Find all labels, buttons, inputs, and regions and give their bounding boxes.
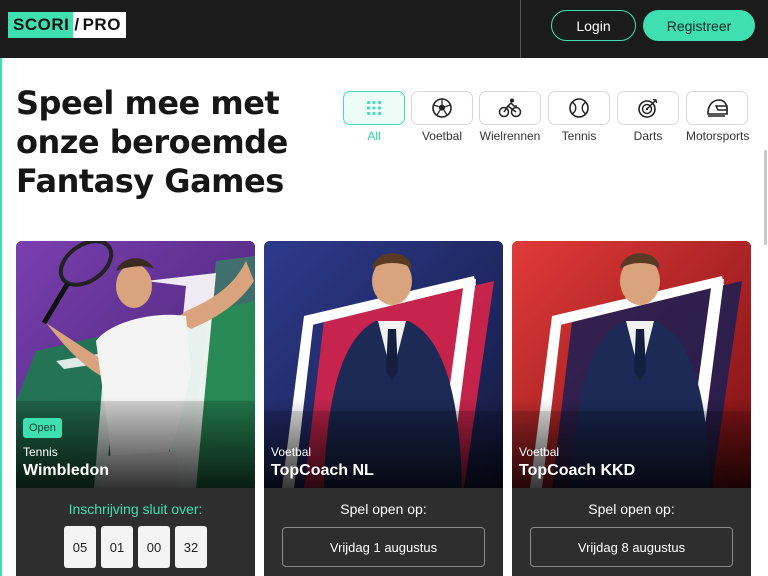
countdown-days: 05 — [64, 526, 96, 568]
filter-tennis-label: Tennis — [561, 129, 597, 143]
game-opens-label: Spel open op: — [588, 501, 675, 517]
header-divider — [520, 0, 521, 58]
filter-darts-label: Darts — [633, 129, 663, 143]
filter-all-label: All — [367, 129, 381, 143]
countdown-timer: 05 01 00 32 — [16, 526, 255, 568]
page-title-line-2: onze beroemde — [16, 123, 288, 161]
login-button[interactable]: Login — [551, 10, 636, 41]
page-title-line-1: Speel mee met — [16, 84, 280, 122]
cyclist-icon — [498, 98, 522, 118]
logo-slash: / — [73, 12, 81, 38]
filter-motorsports[interactable]: Motorsports — [686, 91, 750, 143]
registration-closes-label: Inschrijving sluit over: — [68, 501, 203, 517]
filter-motorsports-label: Motorsports — [686, 129, 750, 143]
register-button[interactable]: Registreer — [643, 10, 755, 41]
scoripro-logo[interactable]: SCORI / PRO — [8, 12, 126, 38]
filter-wielrennen[interactable]: Wielrennen — [479, 91, 541, 143]
filter-darts[interactable]: Darts — [617, 91, 679, 143]
countdown-minutes: 00 — [138, 526, 170, 568]
grid-icon — [367, 101, 381, 115]
game-card-topcoach-nl[interactable]: Voetbal TopCoach NL Spel open op: Vrijda… — [264, 241, 503, 576]
page-edge-accent — [0, 58, 2, 576]
page-title-line-3: Fantasy Games — [16, 162, 284, 200]
card-title: Wimbledon — [23, 462, 110, 479]
soccer-ball-icon — [432, 98, 452, 118]
countdown-seconds: 32 — [175, 526, 207, 568]
open-date-button[interactable]: Vrijdag 8 augustus — [530, 527, 733, 567]
filter-voetbal-label: Voetbal — [421, 129, 463, 143]
card-sport-label: Tennis — [23, 445, 58, 459]
dartboard-icon — [638, 98, 658, 118]
logo-text-right: PRO — [80, 12, 126, 38]
card-footer: Spel open op: Vrijdag 8 augustus — [512, 488, 751, 576]
filter-tennis[interactable]: Tennis — [548, 91, 610, 143]
card-footer: Inschrijving sluit over: 05 01 00 32 — [16, 488, 255, 576]
filter-voetbal[interactable]: Voetbal — [411, 91, 473, 143]
filter-wielrennen-label: Wielrennen — [479, 129, 541, 143]
helmet-icon — [707, 99, 728, 117]
top-navigation-bar: SCORI / PRO Login Registreer — [0, 0, 768, 58]
card-sport-label: Voetbal — [271, 445, 312, 459]
filter-all[interactable]: All — [343, 91, 405, 143]
card-title: TopCoach NL — [271, 462, 374, 479]
game-card-wimbledon[interactable]: Open Tennis Wimbledon Inschrijving sluit… — [16, 241, 255, 576]
card-footer: Spel open op: Vrijdag 1 augustus — [264, 488, 503, 576]
game-opens-label: Spel open op: — [340, 501, 427, 517]
card-title: TopCoach KKD — [519, 462, 636, 479]
status-badge: Open — [23, 418, 62, 438]
page-title: Speel mee met onze beroemde Fantasy Game… — [16, 84, 316, 201]
logo-text-left: SCORI — [8, 12, 74, 38]
tennis-ball-icon — [569, 98, 589, 118]
card-sport-label: Voetbal — [519, 445, 560, 459]
scrollbar-thumb[interactable] — [764, 150, 767, 245]
open-date-button[interactable]: Vrijdag 1 augustus — [282, 527, 485, 567]
countdown-hours: 01 — [101, 526, 133, 568]
game-card-topcoach-kkd[interactable]: Voetbal TopCoach KKD Spel open op: Vrijd… — [512, 241, 751, 576]
